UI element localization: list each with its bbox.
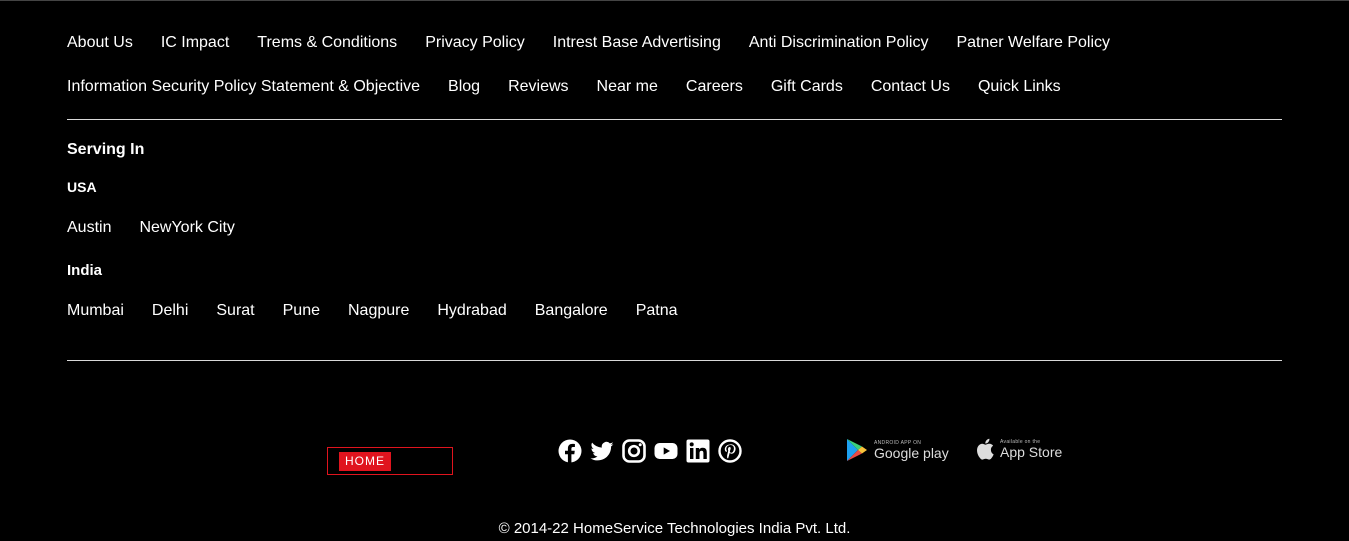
site-logo[interactable]: HOME <box>327 447 453 475</box>
google-play-icon <box>847 439 867 461</box>
divider <box>67 119 1282 120</box>
footer-links-row-2: Information Security Policy Statement & … <box>67 77 1089 97</box>
city-link-bangalore[interactable]: Bangalore <box>535 301 608 321</box>
youtube-icon[interactable] <box>654 439 678 463</box>
google-play-label: Google play <box>874 444 949 461</box>
city-link-newyork[interactable]: NewYork City <box>139 218 234 238</box>
social-links <box>558 439 742 463</box>
footer-link-near-me[interactable]: Near me <box>597 77 658 97</box>
footer-link-blog[interactable]: Blog <box>448 77 480 97</box>
usa-cities: Austin NewYork City <box>67 218 263 238</box>
linkedin-icon[interactable] <box>686 439 710 463</box>
footer-link-interest-advertising[interactable]: Intrest Base Advertising <box>553 33 721 53</box>
app-store-label: App Store <box>1000 443 1063 460</box>
footer-link-anti-discrimination[interactable]: Anti Discrimination Policy <box>749 33 929 53</box>
apple-icon <box>977 438 994 460</box>
footer-link-privacy-policy[interactable]: Privacy Policy <box>425 33 525 53</box>
india-cities: Mumbai Delhi Surat Pune Nagpure Hydrabad… <box>67 301 706 321</box>
footer-link-gift-cards[interactable]: Gift Cards <box>771 77 843 97</box>
footer-link-careers[interactable]: Careers <box>686 77 743 97</box>
footer-link-ic-impact[interactable]: IC Impact <box>161 33 229 53</box>
city-link-nagpure[interactable]: Nagpure <box>348 301 409 321</box>
city-link-hydrabad[interactable]: Hydrabad <box>437 301 506 321</box>
pinterest-icon[interactable] <box>718 439 742 463</box>
footer-link-about-us[interactable]: About Us <box>67 33 133 53</box>
footer-link-reviews[interactable]: Reviews <box>508 77 568 97</box>
footer-link-partner-welfare[interactable]: Patner Welfare Policy <box>956 33 1110 53</box>
city-link-austin[interactable]: Austin <box>67 218 111 238</box>
logo-text: HOME <box>339 452 391 471</box>
copyright-text: © 2014-22 HomeService Technologies India… <box>498 520 851 537</box>
city-link-mumbai[interactable]: Mumbai <box>67 301 124 321</box>
footer-link-quick-links[interactable]: Quick Links <box>978 77 1061 97</box>
google-play-badge[interactable]: ANDROID APP ON Google play <box>846 438 949 462</box>
footer-link-terms[interactable]: Trems & Conditions <box>257 33 397 53</box>
usa-heading: USA <box>67 179 97 195</box>
city-link-patna[interactable]: Patna <box>636 301 678 321</box>
divider <box>67 360 1282 361</box>
city-link-pune[interactable]: Pune <box>283 301 320 321</box>
serving-in-heading: Serving In <box>67 141 145 158</box>
top-border <box>0 0 1349 1</box>
footer-links-row-1: About Us IC Impact Trems & Conditions Pr… <box>67 33 1138 53</box>
instagram-icon[interactable] <box>622 439 646 463</box>
footer-link-contact-us[interactable]: Contact Us <box>871 77 950 97</box>
city-link-surat[interactable]: Surat <box>216 301 254 321</box>
facebook-icon[interactable] <box>558 439 582 463</box>
app-store-badge[interactable]: Available on the App Store <box>976 438 1062 460</box>
city-link-delhi[interactable]: Delhi <box>152 301 188 321</box>
twitter-icon[interactable] <box>590 439 614 463</box>
india-heading: India <box>67 262 103 279</box>
footer-link-infosec-policy[interactable]: Information Security Policy Statement & … <box>67 77 420 97</box>
